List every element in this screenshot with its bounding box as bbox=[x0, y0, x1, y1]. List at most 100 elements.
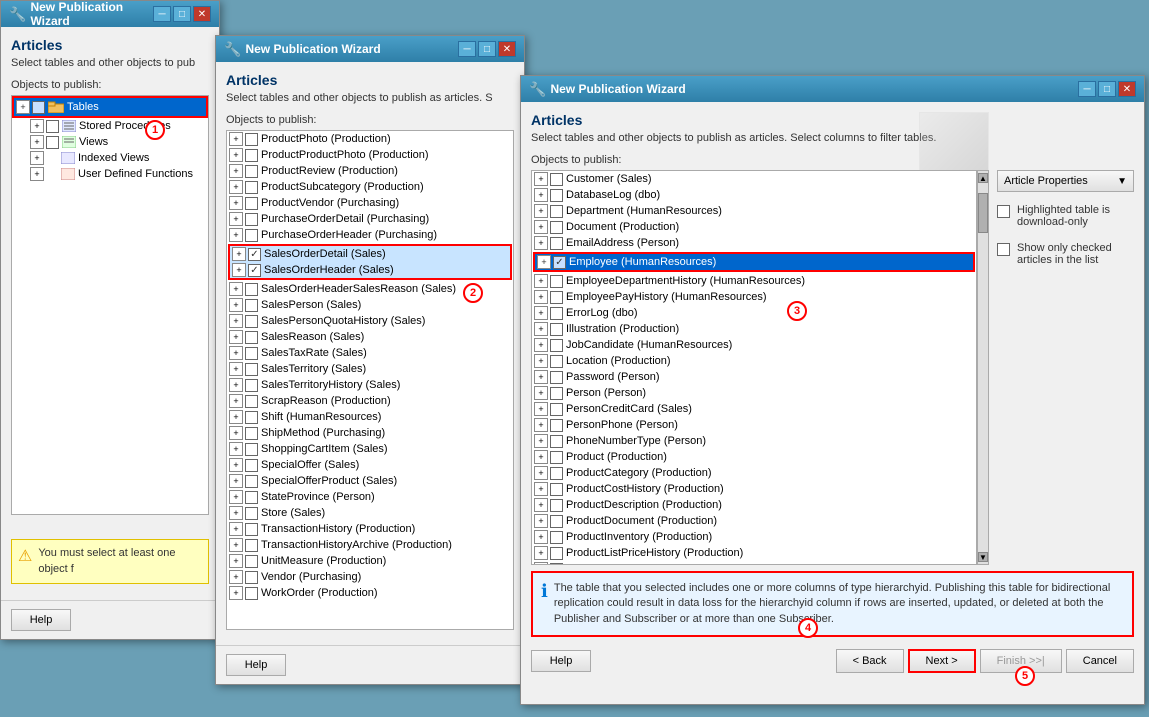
cb-stt[interactable] bbox=[245, 363, 258, 376]
cb-eph[interactable] bbox=[550, 291, 563, 304]
tree-item-prodcat[interactable]: + ProductCategory (Production) bbox=[532, 465, 976, 481]
expand-stth[interactable]: + bbox=[229, 378, 243, 392]
tree-item-udf[interactable]: + User Defined Functions bbox=[12, 166, 208, 182]
expand-um[interactable]: + bbox=[229, 554, 243, 568]
window3-close[interactable]: ✕ bbox=[1118, 81, 1136, 97]
expand-sp[interactable]: + bbox=[229, 298, 243, 312]
tree-item-pwd[interactable]: + Password (Person) bbox=[532, 369, 976, 385]
tree-item-pr[interactable]: + ProductReview (Production) bbox=[227, 163, 513, 179]
expand-str[interactable]: + bbox=[229, 346, 243, 360]
tree-item-shift[interactable]: + Shift (HumanResources) bbox=[227, 409, 513, 425]
window2-tree[interactable]: + ProductPhoto (Production) + ProductPro… bbox=[226, 130, 514, 630]
checkbox-views[interactable] bbox=[46, 136, 59, 149]
cb-scr[interactable] bbox=[245, 395, 258, 408]
tree-item-tha[interactable]: + TransactionHistoryArchive (Production) bbox=[227, 537, 513, 553]
tree-item-shipm[interactable]: + ShipMethod (Purchasing) bbox=[227, 425, 513, 441]
tree-item-errlog[interactable]: + ErrorLog (dbo) bbox=[532, 305, 976, 321]
tree-item-str[interactable]: + SalesTaxRate (Sales) bbox=[227, 345, 513, 361]
tree-item-plph[interactable]: + ProductListPriceHistory (Production) bbox=[532, 545, 976, 561]
cb-email[interactable] bbox=[550, 237, 563, 250]
expand-loc[interactable]: + bbox=[534, 354, 548, 368]
expand-sop[interactable]: + bbox=[229, 474, 243, 488]
expand-pinv[interactable]: + bbox=[534, 530, 548, 544]
expand-dept[interactable]: + bbox=[534, 204, 548, 218]
window1-minimize[interactable]: ─ bbox=[153, 6, 171, 22]
tree-item-email[interactable]: + EmailAddress (Person) bbox=[532, 235, 976, 251]
window3-help-button[interactable]: Help bbox=[531, 650, 591, 672]
cb-sohsr[interactable] bbox=[245, 283, 258, 296]
expand-sci[interactable]: + bbox=[229, 442, 243, 456]
window2-restore[interactable]: □ bbox=[478, 41, 496, 57]
tree-item-vendor[interactable]: + Vendor (Purchasing) bbox=[227, 569, 513, 585]
expand-soh[interactable]: + bbox=[232, 263, 246, 277]
expand-pp3[interactable]: + bbox=[534, 418, 548, 432]
expand-employee[interactable]: + bbox=[537, 255, 551, 269]
expand-sod[interactable]: + bbox=[232, 247, 246, 261]
cb-stth[interactable] bbox=[245, 379, 258, 392]
expand-th[interactable]: + bbox=[229, 522, 243, 536]
cb-person[interactable] bbox=[550, 387, 563, 400]
expand-pm[interactable]: + bbox=[534, 562, 548, 565]
cb-pnt[interactable] bbox=[550, 435, 563, 448]
tree-item-stth[interactable]: + SalesTerritoryHistory (Sales) bbox=[227, 377, 513, 393]
tree-item-pdesc[interactable]: + ProductDescription (Production) bbox=[532, 497, 976, 513]
tree-item-person[interactable]: + Person (Person) bbox=[532, 385, 976, 401]
tree-item-stt[interactable]: + SalesTerritory (Sales) bbox=[227, 361, 513, 377]
expand-eph[interactable]: + bbox=[534, 290, 548, 304]
tree-item-pm[interactable]: + ProductModel (Production) bbox=[532, 561, 976, 565]
cb-illus[interactable] bbox=[550, 323, 563, 336]
tree-item-wo[interactable]: + WorkOrder (Production) bbox=[227, 585, 513, 601]
expand-stt[interactable]: + bbox=[229, 362, 243, 376]
article-props-button[interactable]: Article Properties ▼ bbox=[997, 170, 1134, 192]
expand-prodcat[interactable]: + bbox=[534, 466, 548, 480]
cb-pdoc[interactable] bbox=[550, 515, 563, 528]
expand-dblog[interactable]: + bbox=[534, 188, 548, 202]
expand-pr[interactable]: + bbox=[229, 164, 243, 178]
window1-tree[interactable]: + Tables + Stored Procedures bbox=[11, 95, 209, 515]
tree-item-scr[interactable]: + ScrapReason (Production) bbox=[227, 393, 513, 409]
tree-item-so[interactable]: + SpecialOffer (Sales) bbox=[227, 457, 513, 473]
tree-item-th[interactable]: + TransactionHistory (Production) bbox=[227, 521, 513, 537]
tree-item-sci[interactable]: + ShoppingCartItem (Sales) bbox=[227, 441, 513, 457]
expand-poh[interactable]: + bbox=[229, 228, 243, 242]
tree-item-pod[interactable]: + PurchaseOrderDetail (Purchasing) bbox=[227, 211, 513, 227]
tree-item-pdoc[interactable]: + ProductDocument (Production) bbox=[532, 513, 976, 529]
expand-store[interactable]: + bbox=[229, 506, 243, 520]
expand-pdoc[interactable]: + bbox=[534, 514, 548, 528]
window3-back-button[interactable]: < Back bbox=[836, 649, 904, 673]
tree-item-ppp[interactable]: + ProductProductPhoto (Production) bbox=[227, 147, 513, 163]
cb-pp[interactable] bbox=[245, 133, 258, 146]
expand-so[interactable]: + bbox=[229, 458, 243, 472]
expand-pcc[interactable]: + bbox=[534, 402, 548, 416]
tree-item-store[interactable]: + Store (Sales) bbox=[227, 505, 513, 521]
cb-prod[interactable] bbox=[550, 451, 563, 464]
expand-scr[interactable]: + bbox=[229, 394, 243, 408]
expand-pch[interactable]: + bbox=[534, 482, 548, 496]
tree-item-illus[interactable]: + Illustration (Production) bbox=[532, 321, 976, 337]
expand-prod[interactable]: + bbox=[534, 450, 548, 464]
cb-um[interactable] bbox=[245, 555, 258, 568]
scroll-up[interactable]: ▲ bbox=[978, 173, 988, 183]
window3-cancel-button[interactable]: Cancel bbox=[1066, 649, 1134, 673]
cb-sop[interactable] bbox=[245, 475, 258, 488]
tree-item-loc[interactable]: + Location (Production) bbox=[532, 353, 976, 369]
tree-item-productphoto[interactable]: + ProductPhoto (Production) bbox=[227, 131, 513, 147]
tree-item-soh[interactable]: + SalesOrderHeader (Sales) bbox=[230, 262, 510, 278]
expand-vendor[interactable]: + bbox=[229, 570, 243, 584]
expand-pnt[interactable]: + bbox=[534, 434, 548, 448]
window3-next-button[interactable]: Next > bbox=[908, 649, 976, 673]
tree-item-poh[interactable]: + PurchaseOrderHeader (Purchasing) bbox=[227, 227, 513, 243]
window2-minimize[interactable]: ─ bbox=[458, 41, 476, 57]
cb-doc[interactable] bbox=[550, 221, 563, 234]
expand-ppp[interactable]: + bbox=[229, 148, 243, 162]
window1-restore[interactable]: □ bbox=[173, 6, 191, 22]
tree-item-doc[interactable]: + Document (Production) bbox=[532, 219, 976, 235]
scroll-down[interactable]: ▼ bbox=[978, 552, 988, 562]
tree-item-prod[interactable]: + Product (Production) bbox=[532, 449, 976, 465]
cb-pdesc[interactable] bbox=[550, 499, 563, 512]
expand-pod[interactable]: + bbox=[229, 212, 243, 226]
expand-views[interactable]: + bbox=[30, 135, 44, 149]
tree-item-edh[interactable]: + EmployeeDepartmentHistory (HumanResour… bbox=[532, 273, 976, 289]
expand-pdesc[interactable]: + bbox=[534, 498, 548, 512]
cb-dept[interactable] bbox=[550, 205, 563, 218]
